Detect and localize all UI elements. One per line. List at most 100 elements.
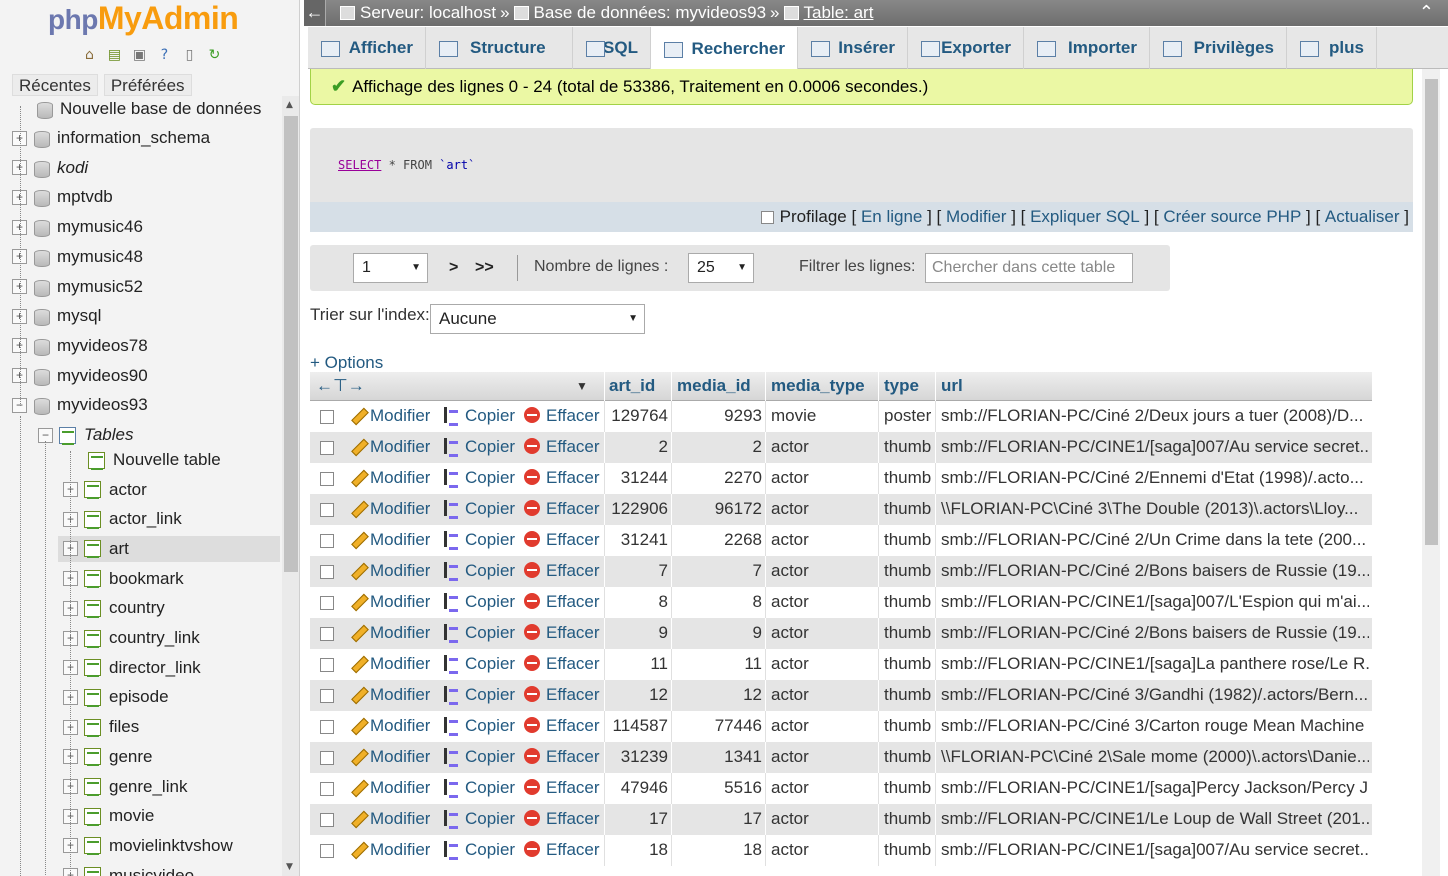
nav-database-myvideos90[interactable]: + myvideos90 (12, 363, 148, 389)
column-separator[interactable] (765, 372, 766, 401)
cell-type[interactable]: thumb (884, 778, 931, 798)
nav-database-myvideos78[interactable]: + myvideos78 (12, 333, 148, 359)
row-checkbox[interactable] (320, 596, 334, 610)
row-edit-button[interactable]: Modifier (350, 437, 430, 457)
nav-table-country[interactable]: + country (63, 595, 165, 621)
last-page-button[interactable]: >> (475, 259, 494, 277)
nav-table-bookmark[interactable]: + bookmark (63, 566, 184, 592)
cell-media-type[interactable]: actor (771, 592, 809, 612)
tab-sql[interactable]: SQL (573, 27, 651, 69)
row-copy-button[interactable]: Copier (441, 809, 515, 829)
cell-url[interactable]: smb://FLORIAN-PC/CINE1/[saga]007/L'Espio… (941, 592, 1369, 612)
cell-art-id[interactable]: 129764 (607, 406, 668, 426)
row-checkbox[interactable] (320, 534, 334, 548)
row-delete-button[interactable]: Effacer (524, 468, 600, 488)
nav-table-art[interactable]: + art (58, 535, 280, 562)
filter-rows-input[interactable]: Chercher dans cette table (925, 253, 1133, 283)
column-separator[interactable] (878, 372, 879, 401)
row-checkbox[interactable] (320, 844, 334, 858)
main-scrollbar-thumb[interactable] (1425, 79, 1438, 545)
cell-media-id[interactable]: 12 (674, 685, 762, 705)
nav-table-files[interactable]: + files (63, 714, 139, 740)
cell-media-id[interactable]: 9293 (674, 406, 762, 426)
sort-dropdown-icon[interactable]: ▼ (576, 379, 588, 393)
nav-database-mymusic46[interactable]: + mymusic46 (12, 214, 143, 240)
row-edit-button[interactable]: Modifier (350, 654, 430, 674)
nav-table-director-link[interactable]: + director_link (63, 655, 201, 681)
row-checkbox[interactable] (320, 782, 334, 796)
home-icon[interactable]: ⌂ (80, 46, 99, 65)
cell-type[interactable]: thumb (884, 747, 931, 767)
cell-media-type[interactable]: actor (771, 716, 809, 736)
cell-media-id[interactable]: 1341 (674, 747, 762, 767)
row-delete-button[interactable]: Effacer (524, 592, 600, 612)
cell-media-type[interactable]: actor (771, 468, 809, 488)
nav-database-nouvelle-base-de-donn-es[interactable]: Nouvelle base de données (36, 96, 261, 122)
row-checkbox[interactable] (320, 658, 334, 672)
cell-url[interactable]: smb://FLORIAN-PC/CINE1/[saga]Percy Jacks… (941, 778, 1369, 798)
row-edit-button[interactable]: Modifier (350, 840, 430, 860)
cell-url[interactable]: smb://FLORIAN-PC/Ciné 2/Ennemi d'Etat (1… (941, 468, 1369, 488)
row-copy-button[interactable]: Copier (441, 561, 515, 581)
cell-url[interactable]: smb://FLORIAN-PC/Ciné 2/Bons baisers de … (941, 623, 1369, 643)
next-page-button[interactable]: > (449, 259, 458, 277)
row-edit-button[interactable]: Modifier (350, 499, 430, 519)
tab-search[interactable]: Rechercher (651, 27, 798, 70)
cell-media-id[interactable]: 77446 (674, 716, 762, 736)
row-copy-button[interactable]: Copier (441, 406, 515, 426)
row-delete-button[interactable]: Effacer (524, 716, 600, 736)
row-copy-button[interactable]: Copier (441, 747, 515, 767)
row-edit-button[interactable]: Modifier (350, 778, 430, 798)
cell-type[interactable]: thumb (884, 623, 931, 643)
row-edit-button[interactable]: Modifier (350, 530, 430, 550)
edit-query-link[interactable]: Modifier (946, 207, 1006, 227)
cell-media-type[interactable]: actor (771, 623, 809, 643)
column-separator[interactable] (604, 372, 605, 401)
cell-media-id[interactable]: 5516 (674, 778, 762, 798)
cell-media-type[interactable]: actor (771, 561, 809, 581)
cell-media-id[interactable]: 17 (674, 809, 762, 829)
cell-type[interactable]: thumb (884, 530, 931, 550)
cell-art-id[interactable]: 47946 (607, 778, 668, 798)
collapse-header-icon[interactable]: ⌃ (1419, 2, 1434, 23)
column-separator[interactable] (671, 372, 672, 401)
profiling-checkbox[interactable] (760, 210, 774, 224)
tab-import[interactable]: Importer (1024, 27, 1150, 69)
cell-url[interactable]: smb://FLORIAN-PC/Ciné 3/Gandhi (1982)/.a… (941, 685, 1369, 705)
column-header-media-type[interactable]: media_type (771, 376, 865, 396)
row-edit-button[interactable]: Modifier (350, 809, 430, 829)
cell-media-type[interactable]: actor (771, 437, 809, 457)
sort-index-select[interactable]: Aucune ▼ (430, 304, 645, 334)
row-checkbox[interactable] (320, 720, 334, 734)
cell-url[interactable]: smb://FLORIAN-PC/Ciné 2/Un Crime dans la… (941, 530, 1369, 550)
cell-art-id[interactable]: 114587 (607, 716, 668, 736)
nav-scrollbar-thumb[interactable] (284, 116, 298, 572)
cell-type[interactable]: thumb (884, 716, 931, 736)
cell-art-id[interactable]: 18 (607, 840, 668, 860)
row-delete-button[interactable]: Effacer (524, 437, 600, 457)
breadcrumb-database[interactable]: Base de données: myvideos93 (513, 3, 766, 23)
help-icon[interactable]: ? (155, 46, 174, 65)
tab-browse[interactable]: Afficher (308, 27, 426, 69)
cell-url[interactable]: smb://FLORIAN-PC/CINE1/[saga]007/Au serv… (941, 437, 1369, 457)
tab-insert[interactable]: Insérer (798, 27, 908, 69)
nav-database-kodi[interactable]: + kodi (12, 155, 88, 181)
cell-art-id[interactable]: 2 (607, 437, 668, 457)
cell-media-type[interactable]: movie (771, 406, 816, 426)
nav-tables-group[interactable]: − Tables (38, 422, 133, 448)
cell-type[interactable]: thumb (884, 592, 931, 612)
row-delete-button[interactable]: Effacer (524, 654, 600, 674)
row-copy-button[interactable]: Copier (441, 685, 515, 705)
row-copy-button[interactable]: Copier (441, 623, 515, 643)
cell-media-id[interactable]: 96172 (674, 499, 762, 519)
breadcrumb-server[interactable]: Serveur: localhost (340, 3, 496, 23)
row-delete-button[interactable]: Effacer (524, 406, 600, 426)
row-copy-button[interactable]: Copier (441, 499, 515, 519)
options-link[interactable]: + Options (310, 353, 383, 373)
cell-url[interactable]: smb://FLORIAN-PC/Ciné 3/Carton rouge Mea… (941, 716, 1369, 736)
cell-media-type[interactable]: actor (771, 840, 809, 860)
tab-chevron-down[interactable]: plus (1287, 27, 1377, 69)
cell-media-type[interactable]: actor (771, 685, 809, 705)
cell-media-type[interactable]: actor (771, 654, 809, 674)
collapse-nav-icon[interactable]: ← (304, 0, 326, 26)
